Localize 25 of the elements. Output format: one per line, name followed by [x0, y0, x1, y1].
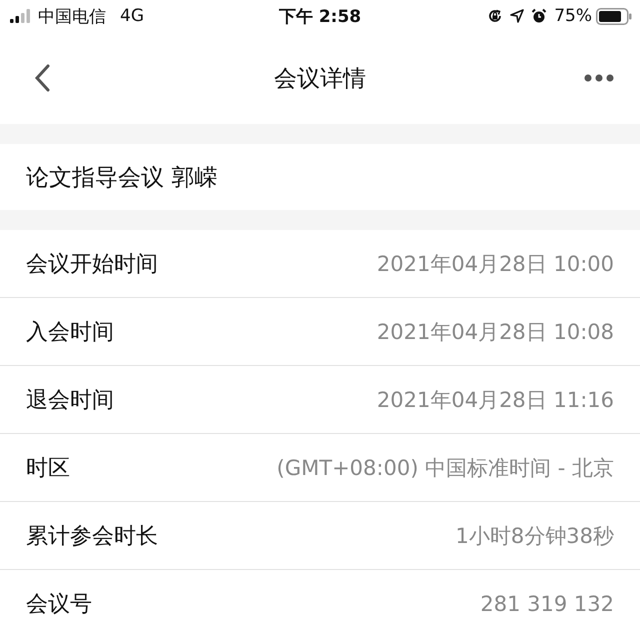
signal-icon: [10, 9, 32, 23]
chevron-left-icon: [34, 64, 50, 92]
battery-percentage: 75%: [554, 6, 592, 26]
detail-value: 2021年04月28日 11:16: [376, 386, 614, 414]
detail-value: 1小时8分钟38秒: [456, 522, 614, 550]
detail-label: 累计参会时长: [26, 522, 158, 550]
detail-value: 2021年04月28日 10:08: [376, 318, 614, 346]
detail-value: (GMT+08:00) 中国标准时间 - 北京: [276, 454, 614, 482]
clock-time: 下午 2:58: [278, 6, 362, 28]
detail-value: 281 319 132: [480, 592, 614, 616]
detail-label: 入会时间: [26, 318, 114, 346]
carrier-name: 中国电信: [38, 6, 106, 28]
rotation-lock-icon: [487, 8, 504, 24]
detail-label: 退会时间: [26, 386, 114, 414]
location-arrow-icon: [510, 9, 524, 23]
detail-value: 2021年04月28日 10:00: [376, 250, 614, 278]
detail-label: 会议开始时间: [26, 250, 158, 278]
alarm-clock-icon: [531, 8, 548, 24]
detail-label: 时区: [26, 454, 70, 482]
network-type: 4G: [120, 6, 144, 26]
battery-icon: [596, 8, 632, 24]
more-icon: [584, 74, 614, 82]
page-title: 会议详情: [274, 64, 366, 94]
meeting-title: 论文指导会议 郭嵘: [26, 164, 218, 192]
detail-label: 会议号: [26, 590, 92, 618]
